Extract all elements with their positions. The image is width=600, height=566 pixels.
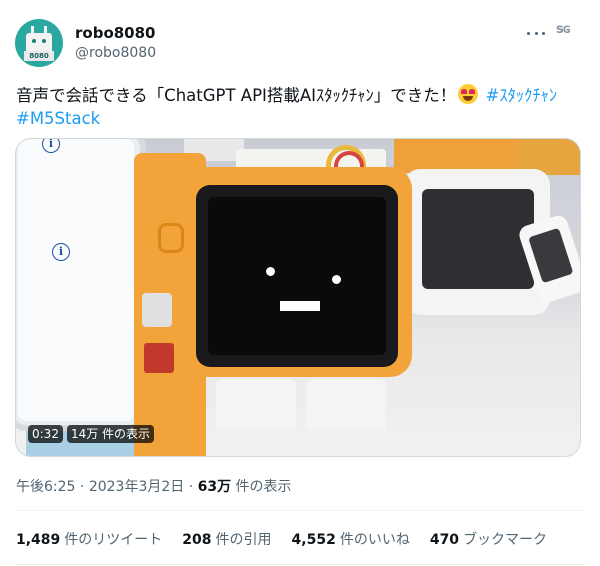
retweets-stat[interactable]: 1,489 件のリツイート bbox=[16, 529, 162, 549]
bookmarks-label: ブックマーク bbox=[463, 532, 548, 548]
face-eye-left bbox=[266, 267, 275, 276]
more-dot bbox=[542, 31, 545, 35]
likes-label: 件のいいね bbox=[339, 532, 410, 548]
divider bbox=[16, 564, 584, 565]
meta-separator: · bbox=[75, 479, 89, 495]
display-name[interactable]: robo8080 bbox=[75, 24, 156, 42]
avatar-label: 8080 bbox=[24, 51, 54, 61]
device-port bbox=[142, 293, 172, 327]
user-handle[interactable]: @robo8080 bbox=[75, 45, 156, 61]
tweet-meta: 午後6:25 · 2023年3月2日 · 63万 件の表示 bbox=[16, 476, 292, 496]
meta-separator: · bbox=[184, 479, 198, 495]
info-icon: i bbox=[52, 243, 70, 261]
hashtag-link[interactable]: #ｽﾀｯｸﾁｬﾝ bbox=[486, 86, 558, 105]
face-mouth bbox=[280, 301, 320, 311]
face-eye-right bbox=[332, 275, 341, 284]
device-leg bbox=[216, 379, 296, 431]
video-views: 14万 件の表示 bbox=[66, 425, 155, 443]
engagement-stats: 1,489 件のリツイート 208 件の引用 4,552 件のいいね 470 ブックマー… bbox=[16, 529, 547, 549]
device-leg bbox=[306, 379, 386, 431]
tablet-device bbox=[16, 139, 146, 431]
video-duration: 0:32 bbox=[28, 425, 63, 443]
more-dot bbox=[534, 31, 538, 35]
device-screen bbox=[208, 197, 386, 355]
video-badges: 0:32 14万 件の表示 bbox=[28, 425, 155, 443]
stackchan-device bbox=[186, 167, 412, 377]
view-count-label: 件の表示 bbox=[231, 479, 292, 495]
avatar[interactable]: 8080 bbox=[15, 19, 63, 67]
tg-icon[interactable]: ꜱɢ bbox=[556, 22, 578, 44]
tablet-screen bbox=[18, 139, 134, 421]
avatar-robot-head bbox=[26, 33, 52, 53]
tweet-time[interactable]: 午後6:25 bbox=[16, 479, 75, 495]
white-device-screen bbox=[422, 189, 534, 289]
background-device bbox=[394, 139, 524, 173]
likes-count: 4,552 bbox=[291, 532, 336, 548]
more-icon[interactable] bbox=[527, 24, 545, 42]
bookmarks-stat[interactable]: 470 ブックマーク bbox=[430, 529, 547, 549]
quotes-stat[interactable]: 208 件の引用 bbox=[182, 529, 271, 549]
avatar-robot-eye bbox=[32, 39, 36, 43]
retweets-label: 件のリツイート bbox=[64, 532, 163, 548]
tweet-text: 音声で会話できる「ChatGPT API搭載AIｽﾀｯｸﾁｬﾝ」できた！ #ｽﾀ… bbox=[16, 84, 586, 130]
device-button bbox=[158, 223, 184, 253]
heart-eyes-emoji-icon bbox=[458, 84, 479, 104]
device-pins bbox=[144, 343, 174, 373]
tweet-body: 音声で会話できる「ChatGPT API搭載AIｽﾀｯｸﾁｬﾝ」できた！ bbox=[16, 86, 457, 105]
more-dot bbox=[527, 31, 530, 35]
tweet-date[interactable]: 2023年3月2日 bbox=[89, 479, 184, 495]
quotes-count: 208 bbox=[182, 532, 212, 548]
likes-stat[interactable]: 4,552 件のいいね bbox=[292, 529, 410, 549]
quotes-label: 件の引用 bbox=[215, 532, 272, 548]
bookmarks-count: 470 bbox=[429, 532, 460, 548]
hashtag-link[interactable]: #M5Stack bbox=[16, 109, 100, 128]
video-player[interactable]: i i 0:32 14万 件の表示 bbox=[15, 138, 581, 457]
retweets-count: 1,489 bbox=[16, 532, 61, 548]
avatar-robot-eye bbox=[42, 39, 46, 43]
divider bbox=[16, 510, 584, 511]
small-device-screen bbox=[528, 227, 574, 284]
view-count: 63万 bbox=[197, 479, 232, 495]
tweet-card: 8080 robo8080 @robo8080 ꜱɢ 音声で会話できる「Chat… bbox=[0, 0, 600, 566]
device-bezel bbox=[196, 185, 398, 367]
